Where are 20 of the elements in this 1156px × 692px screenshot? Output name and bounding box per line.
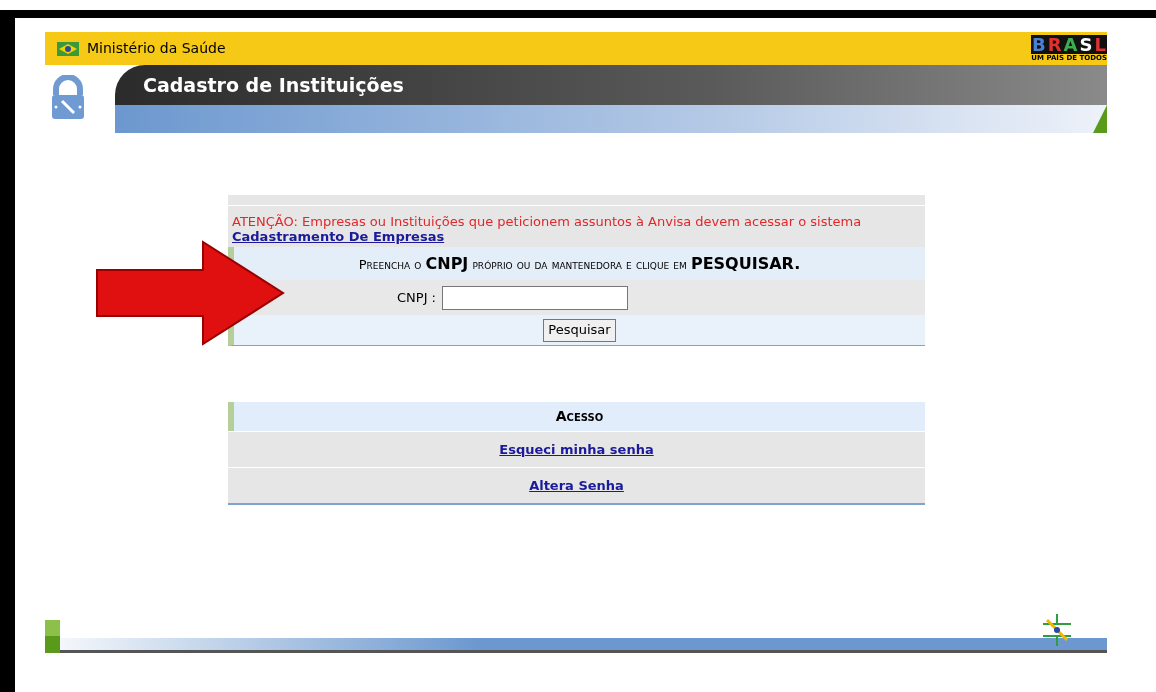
page-title: Cadastro de Instituições bbox=[143, 72, 404, 98]
ministry-name: Ministério da Saúde bbox=[87, 39, 226, 58]
footer-block bbox=[45, 620, 60, 653]
logo-letter: B bbox=[1031, 35, 1047, 54]
register-link[interactable]: Cadastramento De Empresas bbox=[232, 229, 445, 244]
logo-letter: R bbox=[1046, 35, 1062, 54]
search-button[interactable]: Pesquisar bbox=[543, 318, 616, 342]
logo-letter: L bbox=[1094, 35, 1106, 54]
notice-text: ATENÇÃO: Empresas ou Instituições que peticionem assuntos à Anvisa devem acessar o sistema bbox=[232, 214, 863, 229]
access-link[interactable]: Esqueci minha senha bbox=[499, 439, 654, 460]
access-heading: Acesso bbox=[555, 407, 604, 426]
access-link[interactable]: Altera Senha bbox=[529, 475, 624, 496]
cnpj-label: CNPJ : bbox=[396, 288, 437, 307]
cnpj-field[interactable] bbox=[442, 285, 628, 310]
instruction-text: Preencha o CNPJ próprio ou da mantenedora e clique em PESQUISAR. bbox=[358, 252, 801, 275]
logo-letter: A bbox=[1063, 35, 1079, 54]
lock-icon bbox=[50, 75, 86, 121]
flag-icon bbox=[57, 41, 79, 56]
logo-letter: S bbox=[1078, 35, 1093, 54]
corner-triangle-icon bbox=[1093, 105, 1107, 133]
